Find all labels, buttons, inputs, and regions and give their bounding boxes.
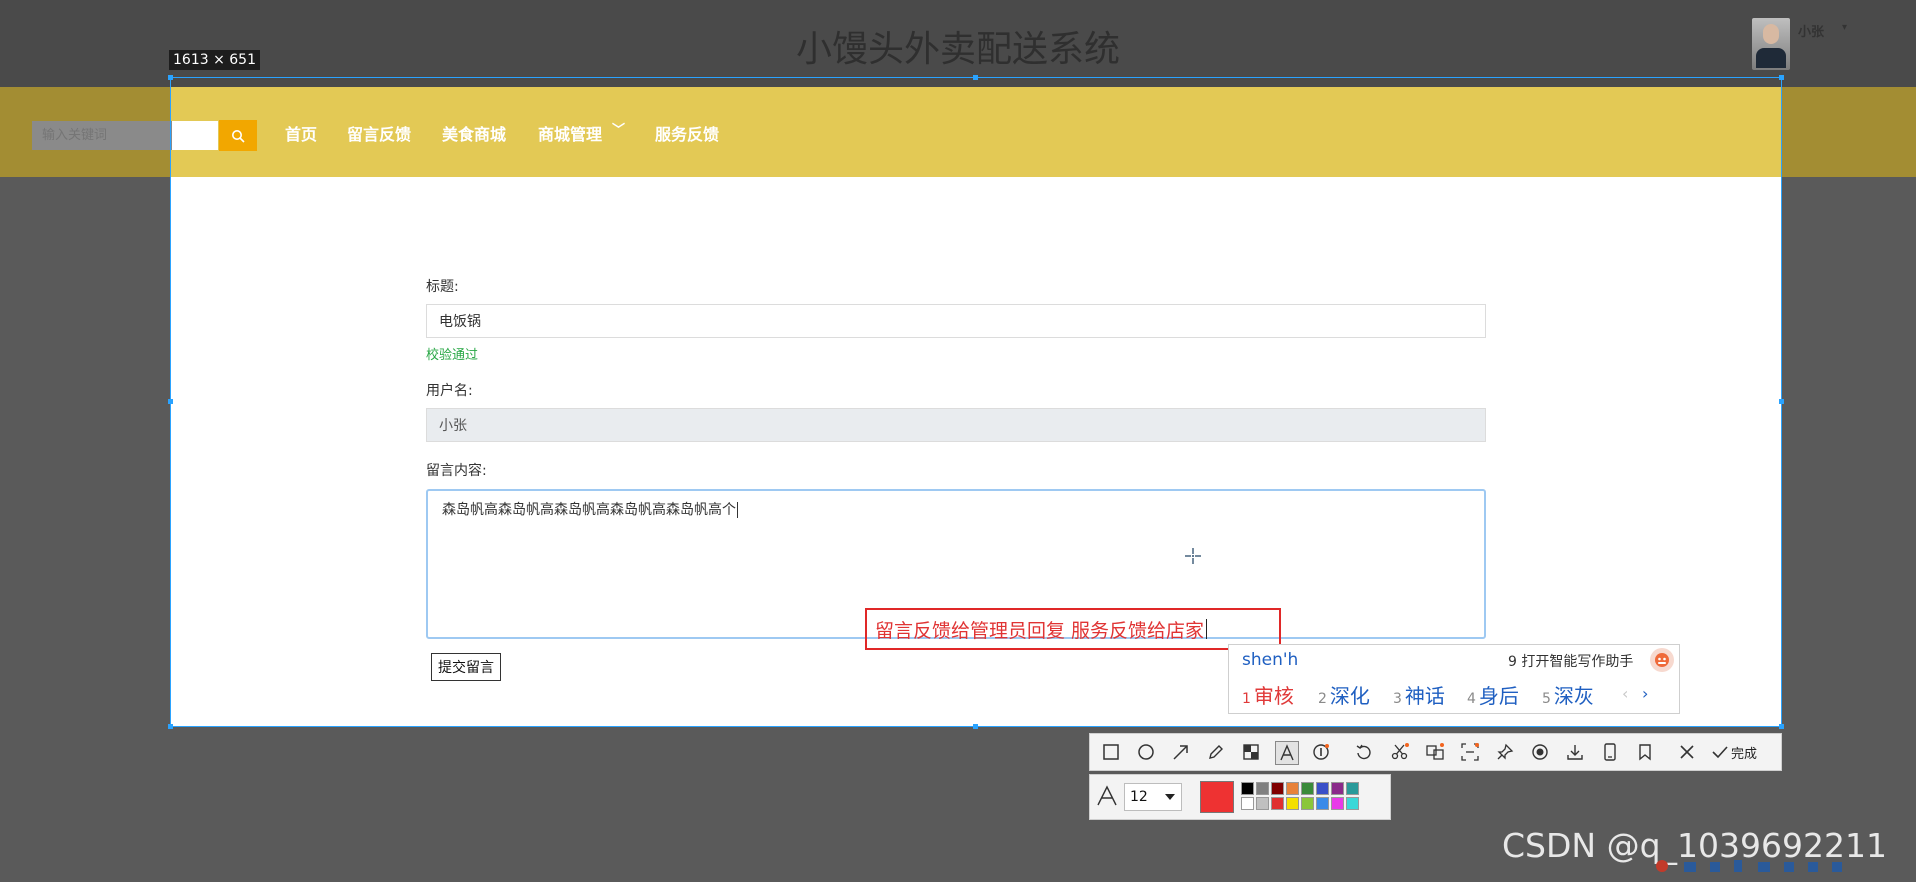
- font-icon: [1096, 785, 1118, 811]
- text-icon[interactable]: [1275, 741, 1299, 765]
- username-input-value: 小张: [439, 418, 467, 434]
- font-size-value: 12: [1130, 789, 1148, 805]
- scan-icon[interactable]: [1459, 741, 1481, 763]
- color-swatch[interactable]: [1331, 797, 1344, 810]
- color-swatch[interactable]: [1256, 782, 1269, 795]
- ellipse-icon[interactable]: [1135, 741, 1157, 763]
- pen-icon[interactable]: [1205, 741, 1227, 763]
- annotation-caret: [1206, 619, 1208, 639]
- color-swatch[interactable]: [1241, 782, 1254, 795]
- avatar-body: [1756, 48, 1786, 68]
- color-swatch[interactable]: [1271, 782, 1284, 795]
- ime-candidate[interactable]: 1 审核: [1242, 680, 1294, 709]
- color-swatch[interactable]: [1316, 797, 1329, 810]
- ime-composition: shen'h: [1242, 650, 1299, 670]
- color-swatch[interactable]: [1301, 797, 1314, 810]
- capture-handle[interactable]: [1779, 724, 1784, 729]
- color-swatch[interactable]: [1271, 797, 1284, 810]
- ime-candidate[interactable]: 4 身后: [1467, 680, 1519, 709]
- close-icon[interactable]: [1676, 741, 1698, 763]
- user-menu-caret-icon[interactable]: ▾: [1842, 22, 1847, 33]
- color-swatch[interactable]: [1346, 797, 1359, 810]
- capture-handle[interactable]: [973, 724, 978, 729]
- annotation-text: 留言反馈给管理员回复 服务反馈给店家: [875, 619, 1205, 642]
- ime-prev-page-icon[interactable]: ‹: [1622, 684, 1628, 703]
- ime-mascot-icon: [1655, 653, 1669, 667]
- mosaic-icon[interactable]: [1240, 741, 1262, 763]
- site-title: 小馒头外卖配送系统: [795, 29, 1120, 70]
- color-swatch[interactable]: [1316, 782, 1329, 795]
- download-icon[interactable]: [1564, 741, 1586, 763]
- title-input[interactable]: 电饭锅: [426, 304, 1486, 338]
- capture-handle[interactable]: [168, 75, 173, 80]
- color-swatch[interactable]: [1256, 797, 1269, 810]
- capture-handle[interactable]: [1779, 399, 1784, 404]
- content-textarea-value: 森岛帆高森岛帆高森岛帆高森岛帆高森岛帆高个: [442, 502, 736, 518]
- ime-writing-assistant[interactable]: 9 打开智能写作助手: [1508, 651, 1633, 671]
- record-icon[interactable]: [1529, 741, 1551, 763]
- undo-icon[interactable]: [1353, 741, 1375, 763]
- dropdown-caret-icon: [1165, 794, 1175, 800]
- phone-icon[interactable]: [1599, 741, 1621, 763]
- arrow-icon[interactable]: [1170, 741, 1192, 763]
- number-icon[interactable]: [1310, 741, 1332, 763]
- rectangle-icon[interactable]: [1100, 741, 1122, 763]
- taskbar-icons: [1640, 848, 1916, 878]
- username-input: 小张: [426, 408, 1486, 442]
- bookmark-icon[interactable]: [1634, 741, 1656, 763]
- scissors-icon[interactable]: [1389, 741, 1411, 763]
- ime-candidate[interactable]: 5 深灰: [1542, 680, 1594, 709]
- avatar-face: [1763, 24, 1779, 44]
- capture-handle[interactable]: [168, 399, 173, 404]
- title-label: 标题:: [426, 279, 459, 295]
- ime-candidate[interactable]: 2 深化: [1318, 680, 1370, 709]
- done-button[interactable]: 完成: [1731, 743, 1757, 762]
- capture-handle[interactable]: [168, 724, 173, 729]
- ime-candidate[interactable]: 3 神话: [1393, 680, 1445, 709]
- annotation-textbox[interactable]: 留言反馈给管理员回复 服务反馈给店家: [865, 608, 1281, 650]
- user-name[interactable]: 小张: [1798, 21, 1824, 40]
- pin-icon[interactable]: [1494, 741, 1516, 763]
- ime-next-page-icon[interactable]: ›: [1642, 684, 1648, 703]
- capture-size-badge: 1613 × 651: [169, 50, 260, 70]
- color-swatch[interactable]: [1346, 782, 1359, 795]
- color-swatch[interactable]: [1331, 782, 1344, 795]
- capture-handle[interactable]: [973, 75, 978, 80]
- color-swatch[interactable]: [1286, 782, 1299, 795]
- check-icon[interactable]: [1709, 741, 1731, 763]
- color-swatch[interactable]: [1241, 797, 1254, 810]
- title-validation-message: 校验通过: [426, 348, 479, 363]
- capture-handle[interactable]: [1779, 75, 1784, 80]
- color-swatch[interactable]: [1286, 797, 1299, 810]
- submit-feedback-button[interactable]: 提交留言: [431, 653, 501, 681]
- current-color-swatch[interactable]: [1200, 781, 1234, 813]
- font-size-select[interactable]: 12: [1124, 783, 1182, 811]
- title-input-value: 电饭锅: [439, 314, 481, 330]
- color-swatch[interactable]: [1301, 782, 1314, 795]
- crosshair-cursor-icon: [1185, 548, 1201, 564]
- text-caret: [737, 502, 738, 518]
- ime-logo-icon[interactable]: [1650, 648, 1674, 672]
- translate-icon[interactable]: [1424, 741, 1446, 763]
- username-label: 用户名:: [426, 383, 473, 399]
- content-label: 留言内容:: [426, 463, 487, 479]
